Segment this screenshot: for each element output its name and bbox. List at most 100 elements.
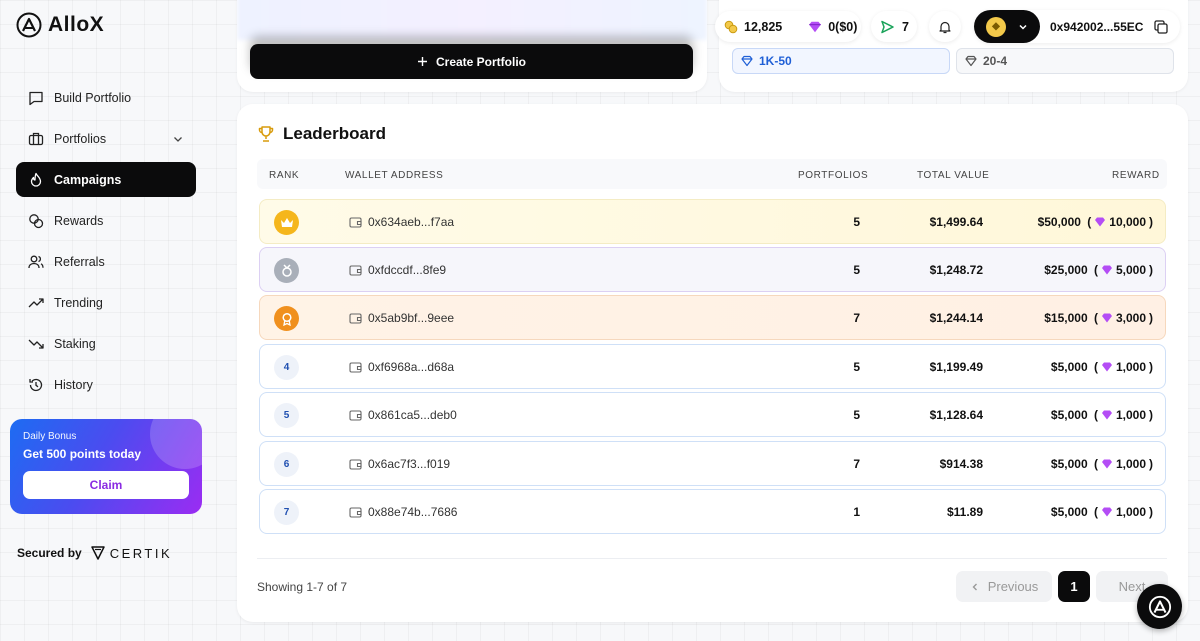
history-icon: [29, 378, 43, 391]
rank-badge: 5: [274, 403, 299, 428]
gem-icon: [809, 21, 822, 32]
table-row[interactable]: 0x5ab9bf...9eee 7 $1,244.14 $15,000 ( 3,…: [259, 295, 1166, 340]
wallet-widget: ◆ 0x942002...55EC: [974, 10, 1180, 43]
total-value-cell: $1,199.49: [929, 360, 983, 374]
page-1-button[interactable]: 1: [1058, 571, 1090, 602]
table-row[interactable]: 0xfdccdf...8fe9 5 $1,248.72 $25,000 ( 5,…: [259, 247, 1166, 292]
gem-icon: [1101, 507, 1112, 517]
create-portfolio-card: Create Portfolio: [237, 0, 707, 92]
certik-logo[interactable]: CERTIK: [90, 545, 172, 561]
wallet-address[interactable]: 0x942002...55EC: [1050, 20, 1143, 34]
allox-assistant-button[interactable]: [1137, 584, 1182, 629]
wallet-cell[interactable]: 0x5ab9bf...9eee: [349, 311, 454, 325]
reward-gems: 10,000: [1109, 215, 1146, 229]
sidebar-item-rewards[interactable]: Rewards: [16, 203, 196, 238]
chat-square-icon: [29, 91, 43, 105]
sidebar-item-label: Rewards: [54, 213, 104, 228]
gem-icon: [1101, 313, 1112, 323]
sidebar-item-label: Portfolios: [54, 131, 107, 146]
portfolios-cell: 7: [853, 457, 860, 471]
sidebar-item-label: Campaigns: [54, 172, 122, 187]
copy-icon[interactable]: [1153, 19, 1169, 35]
portfolios-cell: 5: [853, 408, 860, 422]
sends-counter[interactable]: 7: [871, 11, 917, 42]
chain-selector[interactable]: ◆: [974, 10, 1040, 43]
sidebar-item-trending[interactable]: Trending: [16, 285, 196, 320]
sidebar-item-build-portfolio[interactable]: Build Portfolio: [16, 80, 196, 115]
leaderboard-header: Leaderboard: [257, 124, 386, 144]
col-wallet-address: WALLET ADDRESS: [345, 170, 444, 181]
wallet-address: 0x5ab9bf...9eee: [368, 311, 455, 325]
table-row[interactable]: 6 0x6ac7f3...f019 7 $914.38 $5,000 ( 1,0…: [259, 441, 1166, 486]
points-balance[interactable]: 12,825 0($0): [715, 11, 861, 42]
sidebar-item-label: Staking: [54, 336, 96, 351]
reward-gems: 1,000: [1115, 360, 1146, 374]
reward-usd: $15,000: [1044, 311, 1088, 325]
sidebar-item-history[interactable]: History: [16, 367, 196, 402]
tag-1k-50[interactable]: 1K-50: [732, 48, 950, 74]
gems-value: 0($0): [828, 19, 858, 34]
wallet-address: 0xfdccdf...8fe9: [368, 263, 447, 277]
reward-usd: $25,000: [1044, 263, 1088, 277]
trending-up-icon: [28, 297, 44, 307]
gem-icon: [1095, 217, 1106, 227]
col-portfolios: PORTFOLIOS: [798, 170, 869, 181]
reward-gems: 1,000: [1115, 457, 1146, 471]
sidebar-item-staking[interactable]: Staking: [16, 326, 196, 361]
divider: [257, 558, 1167, 559]
wallet-cell[interactable]: 0x634aeb...f7aa: [349, 215, 454, 229]
tag-20-4[interactable]: 20-4: [956, 48, 1174, 74]
reward-gems: 5,000: [1115, 263, 1146, 277]
sidebar-item-label: Trending: [54, 295, 103, 310]
leaderboard-card: Leaderboard RANK WALLET ADDRESS PORTFOLI…: [237, 104, 1188, 622]
col-rank: RANK: [269, 170, 300, 181]
daily-bonus-title: Get 500 points today: [23, 447, 142, 461]
sidebar-item-referrals[interactable]: Referrals: [16, 244, 196, 279]
sidebar-item-campaigns[interactable]: Campaigns: [16, 162, 196, 197]
gem-icon: [1101, 265, 1112, 275]
wallet-address: 0xf6968a...d68a: [368, 360, 455, 374]
table-row[interactable]: 4 0xf6968a...d68a 5 $1,199.49 $5,000 ( 1…: [259, 344, 1166, 389]
create-portfolio-button[interactable]: Create Portfolio: [250, 44, 693, 79]
points-value: 12,825: [744, 19, 783, 34]
award-ribbon-icon: [274, 306, 299, 331]
users-icon: [28, 255, 44, 268]
wallet-cell[interactable]: 0x861ca5...deb0: [349, 408, 457, 422]
total-value-cell: $1,128.64: [929, 408, 983, 422]
wallet-address: 0x861ca5...deb0: [368, 408, 457, 422]
reward-cell: $5,000 ( 1,000): [1050, 360, 1153, 374]
sidebar-item-portfolios[interactable]: Portfolios: [16, 121, 196, 156]
reward-cell: $5,000 ( 1,000): [1050, 505, 1153, 519]
wallet-cell[interactable]: 0x88e74b...7686: [349, 505, 457, 519]
sidebar-item-label: Build Portfolio: [54, 90, 132, 105]
bell-icon: [939, 21, 951, 33]
reward-cell: $25,000 ( 5,000): [1044, 263, 1153, 277]
wallet-icon: [349, 459, 362, 470]
reward-usd: $5,000: [1050, 360, 1088, 374]
wallet-icon: [349, 217, 362, 228]
total-value-cell: $1,244.14: [929, 311, 983, 325]
wallet-icon: [349, 265, 362, 276]
allox-logo[interactable]: AlloX: [16, 12, 104, 38]
wallet-cell[interactable]: 0xfdccdf...8fe9: [349, 263, 446, 277]
total-value-cell: $914.38: [939, 457, 983, 471]
rank-badge: 6: [274, 452, 299, 477]
daily-bonus-label: Daily Bonus: [23, 431, 77, 442]
total-value-cell: $11.89: [946, 505, 983, 519]
medal-icon: [274, 258, 299, 283]
table-row[interactable]: 0x634aeb...f7aa 5 $1,499.64 $50,000 ( 10…: [259, 199, 1166, 244]
portfolios-cell: 5: [853, 360, 860, 374]
chevron-down-icon: [1019, 24, 1027, 30]
claim-button[interactable]: Claim: [23, 471, 189, 499]
chevron-left-icon: [972, 583, 977, 590]
wallet-cell[interactable]: 0xf6968a...d68a: [349, 360, 454, 374]
bnb-chain-icon: ◆: [986, 16, 1006, 37]
wallet-cell[interactable]: 0x6ac7f3...f019: [349, 457, 450, 471]
notifications-button[interactable]: [929, 11, 961, 42]
previous-page-button[interactable]: Previous: [956, 571, 1052, 602]
table-row[interactable]: 5 0x861ca5...deb0 5 $1,128.64 $5,000 ( 1…: [259, 392, 1166, 437]
chevron-down-icon[interactable]: [172, 133, 184, 145]
wallet-icon: [349, 313, 362, 324]
brand-name: AlloX: [48, 13, 105, 36]
table-row[interactable]: 7 0x88e74b...7686 1 $11.89 $5,000 ( 1,00…: [259, 489, 1166, 534]
